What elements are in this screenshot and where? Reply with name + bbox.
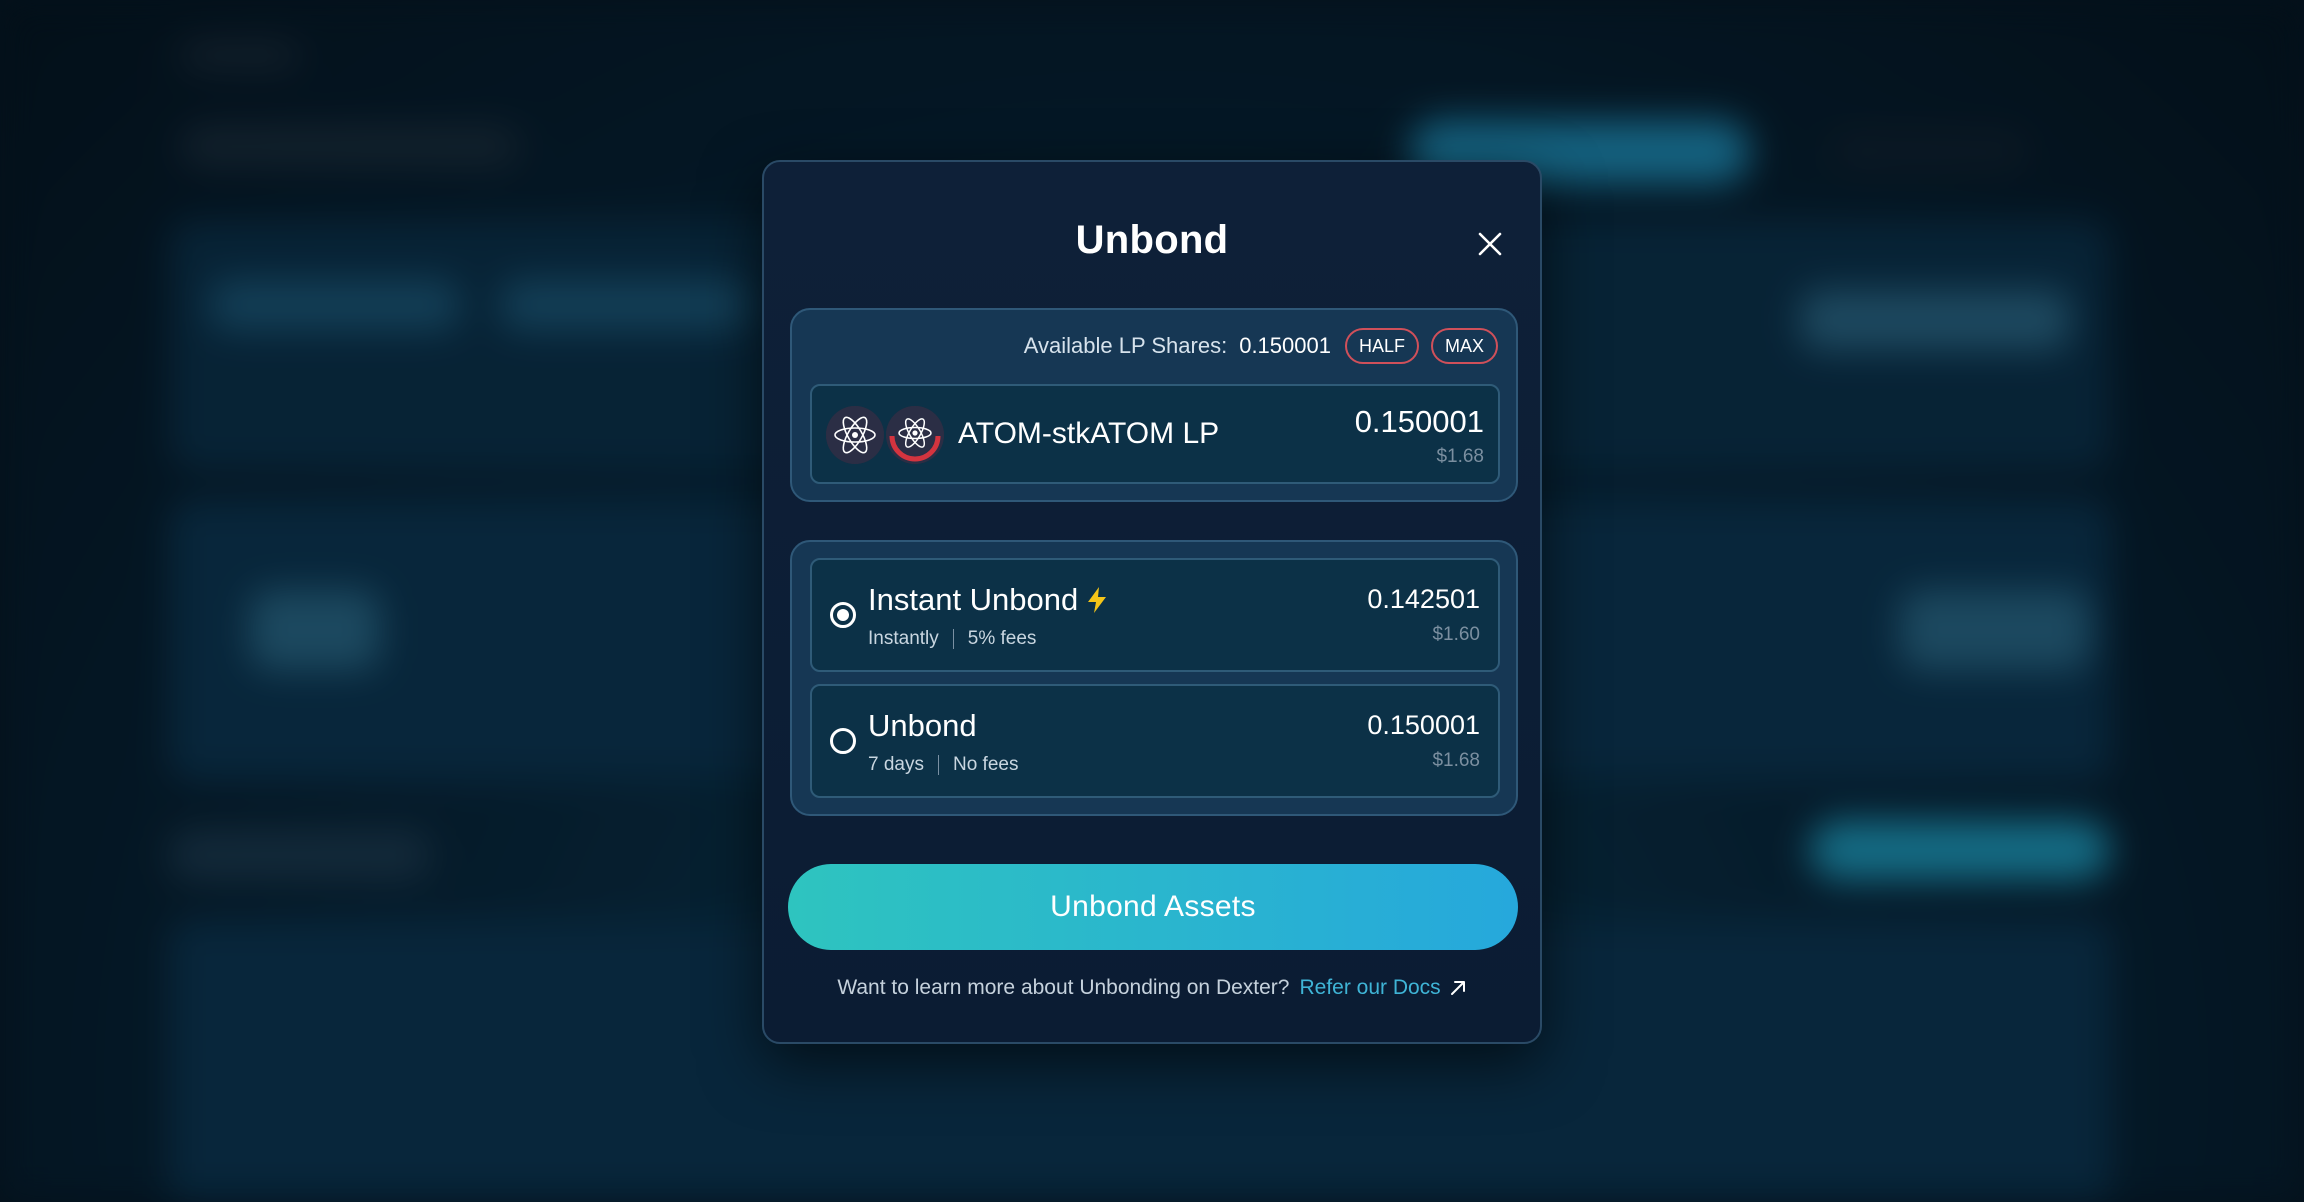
- stkatom-icon: [886, 406, 944, 464]
- instant-unbond-details: Instantly 5% fees: [868, 628, 1036, 650]
- lp-token-name: ATOM-stkATOM LP: [958, 417, 1220, 450]
- unbond-amount: 0.150001: [1367, 710, 1480, 740]
- available-lp-shares-label: Available LP Shares:: [1023, 333, 1228, 358]
- radio-selected-dot: [837, 609, 849, 621]
- lp-shares-panel: Available LP Shares: 0.150001 HALF MAX A…: [790, 308, 1518, 502]
- available-lp-shares-row: Available LP Shares: 0.150001 HALF MAX: [1024, 328, 1498, 364]
- instant-unbond-fees: 5% fees: [967, 628, 1037, 649]
- instant-unbond-title: Instant Unbond: [868, 582, 1108, 618]
- unbond-details: 7 days No fees: [868, 754, 1018, 776]
- refer-docs-link[interactable]: Refer our Docs: [1299, 976, 1466, 1000]
- instant-unbond-title-text: Instant Unbond: [868, 582, 1079, 617]
- close-icon: [1478, 232, 1502, 256]
- atom-icon: [826, 406, 884, 464]
- close-button[interactable]: [1470, 224, 1510, 264]
- half-button[interactable]: HALF: [1344, 328, 1419, 364]
- lp-token-input[interactable]: ATOM-stkATOM LP 0.150001 $1.68: [810, 384, 1500, 484]
- instant-unbond-option[interactable]: Instant Unbond Instantly 5% fees 0.14250…: [810, 558, 1500, 672]
- lp-token-usd-value: $1.68: [1436, 446, 1484, 467]
- divider: [952, 629, 954, 649]
- unbond-options-panel: Instant Unbond Instantly 5% fees 0.14250…: [790, 540, 1518, 816]
- instant-unbond-duration: Instantly: [868, 628, 939, 649]
- refer-docs-link-text: Refer our Docs: [1299, 976, 1441, 999]
- unbond-title-text: Unbond: [868, 708, 977, 743]
- lightning-icon: [1088, 587, 1107, 613]
- available-lp-shares-value: 0.150001: [1239, 333, 1331, 358]
- modal-title: Unbond: [1075, 218, 1229, 262]
- unbond-radio[interactable]: [830, 728, 856, 754]
- divider: [937, 755, 939, 775]
- unbond-title: Unbond: [868, 708, 977, 744]
- docs-question: Want to learn more about Unbonding on De…: [837, 976, 1290, 999]
- lp-token-amount[interactable]: 0.150001: [1355, 404, 1484, 440]
- max-button[interactable]: MAX: [1430, 328, 1498, 364]
- instant-unbond-radio[interactable]: [830, 602, 856, 628]
- instant-unbond-usd-value: $1.60: [1432, 624, 1480, 645]
- unbond-fees: No fees: [952, 754, 1019, 775]
- instant-unbond-amount: 0.142501: [1367, 584, 1480, 614]
- unbond-option[interactable]: Unbond 7 days No fees 0.150001 $1.68: [810, 684, 1500, 798]
- unbond-usd-value: $1.68: [1432, 750, 1480, 771]
- docs-footer: Want to learn more about Unbonding on De…: [764, 976, 1540, 1000]
- unbond-modal: Unbond Available LP Shares: 0.150001 HAL…: [762, 160, 1542, 1044]
- unbond-assets-button[interactable]: Unbond Assets: [788, 864, 1518, 950]
- unbond-duration: 7 days: [868, 754, 924, 775]
- external-arrow-icon: [1450, 981, 1465, 995]
